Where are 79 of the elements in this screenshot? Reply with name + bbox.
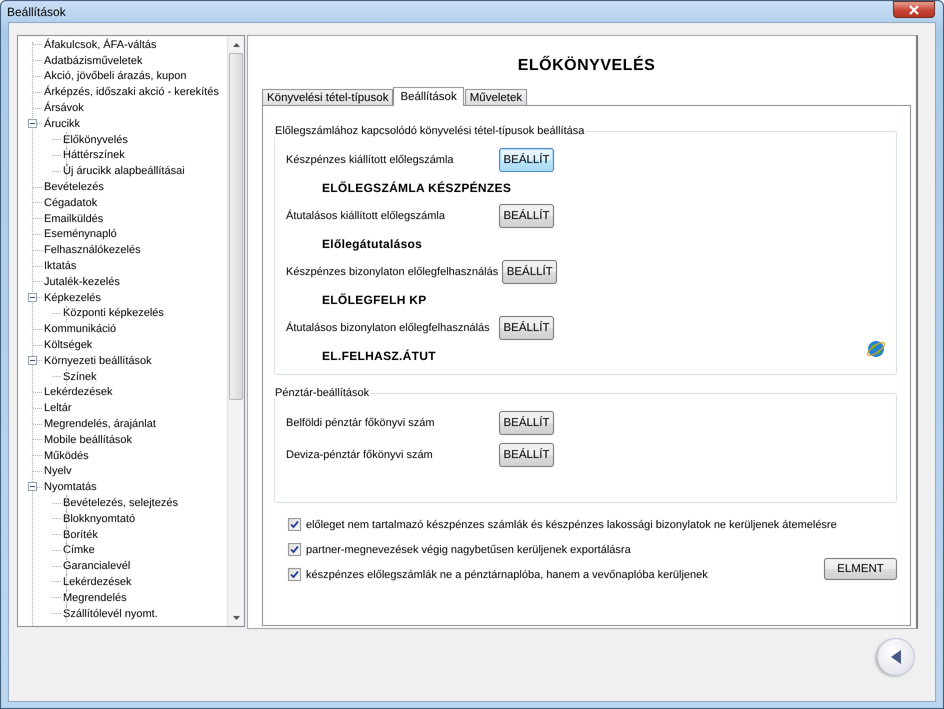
tree-item[interactable]: Árképzés, időszaki akció - kerekítés <box>44 86 219 98</box>
window-title: Beállítások <box>7 4 66 18</box>
tree-item[interactable]: Ársávok <box>44 102 84 114</box>
checkbox[interactable] <box>288 543 301 556</box>
collapse-icon[interactable] <box>28 356 37 365</box>
tree-item[interactable]: Árucikk <box>44 118 80 130</box>
set-button[interactable]: BEÁLLÍT <box>499 204 554 228</box>
tree-item[interactable]: Nyelv <box>44 465 72 478</box>
page-heading: ELŐKÖNYVELÉS <box>516 54 656 76</box>
scrollbar[interactable] <box>227 36 244 626</box>
group-title: Előlegszámlához kapcsolódó könyvelési tétel-típusok beállítása <box>274 125 586 137</box>
option-label: előleget nem tartalmazó készpénzes számlák és készpénzes lakossági bizonylatok ne kerüljenek átemelésre <box>306 518 837 530</box>
globe-icon[interactable] <box>866 339 886 359</box>
tree-item[interactable]: Lekérdezések <box>63 576 132 588</box>
tab[interactable]: Műveletek <box>464 89 528 106</box>
tree-item[interactable]: Akció, jövőbeli árazás, kupon <box>44 70 186 82</box>
tree-item[interactable]: Kommunikáció <box>44 323 116 336</box>
tree-item[interactable]: Boríték <box>63 528 98 541</box>
tree-item[interactable]: Központi képkezelés <box>63 307 164 320</box>
setting-label: Belföldi pénztár főkönyvi szám <box>286 417 436 429</box>
tree-item[interactable]: Költségek <box>44 339 92 352</box>
tree-item[interactable]: Blokknyomtató <box>63 512 136 525</box>
tree-item[interactable]: Adatbázisműveletek <box>44 54 142 67</box>
setting-label: Készpénzes kiállított előlegszámla <box>286 154 455 166</box>
checkbox[interactable] <box>288 568 301 581</box>
tree-item[interactable]: Megrendelés, árajánlat <box>44 418 156 430</box>
tree-item[interactable]: Környezeti beállítások <box>44 354 152 367</box>
back-button[interactable] <box>877 638 915 676</box>
tree-item[interactable]: Eseménynapló <box>44 228 117 240</box>
setting-value: ELŐLEGSZÁMLA KÉSZPÉNZES <box>322 181 512 195</box>
tree-item[interactable]: Leltár <box>44 402 72 414</box>
set-button[interactable]: BEÁLLÍT <box>499 148 554 172</box>
tree-item[interactable]: Új árucikk alapbeállításai <box>63 165 185 178</box>
tree-item[interactable]: Bevételezés <box>44 181 104 194</box>
tree-item[interactable]: Címke <box>63 544 95 556</box>
tree-item[interactable]: Működés <box>44 450 89 462</box>
option-label: készpénzes előlegszámlák ne a pénztárnaplóba, hanem a vevőnaplóba kerüljenek <box>306 568 708 580</box>
tree-item[interactable]: Színek <box>63 370 97 383</box>
setting-label: Átutalásos kiállított előlegszámla <box>286 210 446 222</box>
close-icon <box>908 4 920 14</box>
tree-item[interactable]: Felhasználókezelés <box>44 244 141 256</box>
setting-label: Átutalásos bizonylaton előlegfelhasználás <box>286 322 491 334</box>
collapse-icon[interactable] <box>28 118 37 128</box>
tree-item[interactable]: Emailküldés <box>44 212 104 225</box>
tree-item[interactable]: Jutalék-kezelés <box>44 276 120 288</box>
option-label: partner-megnevezések végig nagybetűsen kerüljenek exportálásra <box>306 544 631 556</box>
close-button[interactable] <box>893 1 935 18</box>
tree-item[interactable]: Képkezelés <box>44 292 101 304</box>
left-arrow-icon <box>889 649 903 665</box>
set-button[interactable]: BEÁLLÍT <box>499 411 554 435</box>
tree-item[interactable]: Áfakulcsok, ÁFA-váltás <box>44 38 156 51</box>
tree-item[interactable]: Lekérdezések <box>44 386 112 398</box>
tree-item[interactable]: Megrendelés <box>63 592 127 604</box>
collapse-icon[interactable] <box>28 482 37 492</box>
save-button[interactable]: ELMENT <box>824 558 897 580</box>
setting-value: EL.FELHASZ.ÁTUT <box>322 349 436 363</box>
scroll-down-icon[interactable] <box>232 616 240 620</box>
set-button[interactable]: BEÁLLÍT <box>499 443 554 467</box>
set-button[interactable]: BEÁLLÍT <box>502 260 558 284</box>
scroll-up-icon[interactable] <box>232 42 240 46</box>
tree-item[interactable]: Háttérszínek <box>63 149 125 162</box>
setting-label: Deviza-pénztár főkönyvi szám <box>286 449 434 461</box>
setting-label: Készpénzes bizonylaton előlegfelhasználás <box>286 266 498 278</box>
setting-value: ELŐLEGFELH KP <box>322 293 427 307</box>
tab[interactable]: Könyvelési tétel-típusok <box>262 89 394 106</box>
tree-item[interactable]: Garancialevél <box>63 560 130 572</box>
tree-item[interactable]: Cégadatok <box>44 196 98 209</box>
tab[interactable]: Beállítások <box>393 87 464 106</box>
checkbox[interactable] <box>288 518 301 531</box>
collapse-icon[interactable] <box>28 292 37 302</box>
setting-value: Előlegátutalásos <box>322 237 422 251</box>
set-button[interactable]: BEÁLLÍT <box>499 316 554 340</box>
tree-item[interactable]: Előkönyvelés <box>63 134 128 146</box>
tree-item[interactable]: Szállítólevél nyomt. <box>63 608 158 620</box>
tree-item[interactable]: Mobile beállítások <box>44 434 132 446</box>
tree-item[interactable]: Iktatás <box>44 260 76 272</box>
tree-item[interactable]: Nyomtatás <box>44 481 97 494</box>
tree-item[interactable]: Bevételezés, selejtezés <box>63 497 178 509</box>
group-title: Pénztár-beállítások <box>274 387 370 399</box>
